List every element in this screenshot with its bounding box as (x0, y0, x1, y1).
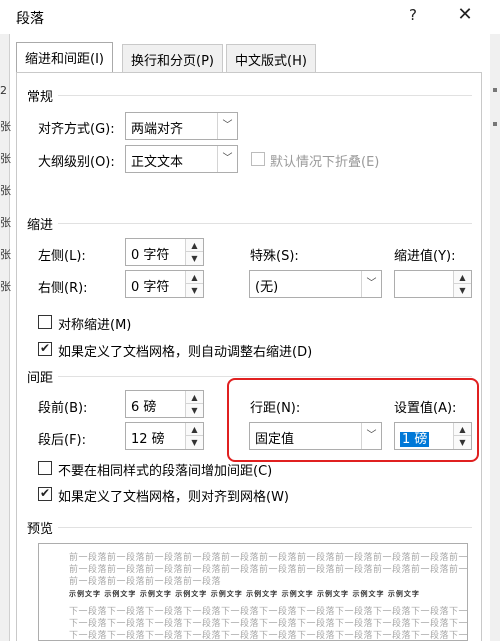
spinner-down-icon[interactable]: ▼ (185, 284, 203, 297)
indent-by-spinner[interactable]: ▲ ▼ (394, 270, 472, 298)
special-indent-select[interactable]: (无) ﹀ (249, 270, 382, 298)
tab-indents-spacing[interactable]: 缩进和间距(I) (16, 42, 113, 73)
section-spacing-title: 间距 (27, 371, 54, 386)
spinner-down-icon[interactable]: ▼ (185, 436, 203, 449)
mirror-indents-label: 对称缩进(M) (58, 318, 132, 333)
spacing-after-value: 12 磅 (131, 432, 165, 447)
spinner-up-icon[interactable]: ▲ (185, 239, 203, 252)
section-indent-title: 缩进 (27, 218, 54, 233)
background-char: 张 (0, 280, 11, 293)
chevron-down-icon: ﹀ (361, 271, 381, 297)
preview-sample-text: 示例文字 示例文字 示例文字 示例文字 示例文字 示例文字 示例文字 示例文字 … (69, 590, 420, 598)
spinner-up-icon[interactable]: ▲ (185, 271, 203, 284)
spacing-before-value: 6 磅 (131, 400, 157, 415)
chevron-down-icon: ﹀ (217, 146, 237, 172)
background-document-strip: 2 张 张 张 张 张 张 (0, 34, 11, 641)
auto-right-indent-checkbox[interactable] (38, 341, 52, 356)
spinner-up-icon[interactable]: ▲ (185, 423, 203, 436)
tab-line-page-breaks[interactable]: 换行和分页(P) (122, 44, 223, 72)
no-space-same-style-label: 不要在相同样式的段落间增加间距(C) (58, 464, 273, 479)
spinner-down-icon[interactable]: ▼ (185, 252, 203, 265)
preview-pane: 前一段落前一段落前一段落前一段落前一段落前一段落前一段落前一段落前一段落前一段落… (38, 543, 468, 641)
special-indent-value: (无) (255, 280, 279, 295)
spinner-up-icon[interactable]: ▲ (185, 391, 203, 404)
background-char: 张 (0, 184, 11, 197)
background-document-strip-right (490, 34, 500, 641)
alignment-value: 两端对齐 (131, 122, 184, 137)
title-bar: 段落 ? ✕ (0, 0, 500, 34)
chevron-down-icon: ﹀ (217, 113, 237, 139)
spinner-up-icon[interactable]: ▲ (453, 271, 471, 284)
divider (58, 376, 472, 377)
section-general-title: 常规 (27, 90, 54, 105)
highlight-annotation-box (227, 378, 479, 462)
background-char: 张 (0, 216, 11, 229)
divider (58, 223, 472, 224)
spinner-down-icon[interactable]: ▼ (185, 404, 203, 417)
snap-to-grid-checkbox[interactable] (38, 486, 52, 501)
indent-left-label: 左侧(L): (38, 249, 86, 264)
outline-level-select[interactable]: 正文文本 ﹀ (125, 145, 238, 173)
indent-right-label: 右侧(R): (38, 281, 88, 296)
preview-next-paragraph: 下一段落下一段落下一段落下一段落下一段落下一段落下一段落下一段落下一段落下一段落… (69, 631, 468, 641)
background-char: 张 (0, 248, 11, 261)
background-char: 张 (0, 120, 11, 133)
spacing-after-label: 段后(F): (38, 433, 87, 448)
close-button[interactable]: ✕ (452, 4, 478, 30)
background-char: 2 (0, 84, 7, 97)
spacing-before-spinner[interactable]: 6 磅 ▲ ▼ (125, 390, 204, 418)
spinner-down-icon[interactable]: ▼ (453, 284, 471, 297)
spacing-before-label: 段前(B): (38, 401, 88, 416)
no-space-same-style-checkbox[interactable] (38, 461, 52, 475)
indent-right-spinner[interactable]: 0 字符 ▲ ▼ (125, 270, 204, 298)
outline-level-value: 正文文本 (131, 155, 184, 170)
preview-previous-paragraph: 前一段落前一段落前一段落前一段落 (69, 577, 222, 587)
indent-right-value: 0 字符 (131, 280, 170, 295)
special-indent-label: 特殊(S): (250, 249, 299, 264)
section-preview-title: 预览 (27, 522, 54, 537)
indent-left-value: 0 字符 (131, 248, 170, 263)
mirror-indents-checkbox[interactable] (38, 315, 52, 329)
window-title: 段落 (16, 11, 44, 27)
spacing-after-spinner[interactable]: 12 磅 ▲ ▼ (125, 422, 204, 450)
collapse-default-checkbox[interactable] (251, 152, 265, 166)
collapse-default-label: 默认情况下折叠(E) (270, 155, 380, 170)
snap-to-grid-label: 如果定义了文档网格，则对齐到网格(W) (58, 490, 289, 505)
alignment-select[interactable]: 两端对齐 ﹀ (125, 112, 238, 140)
divider (58, 527, 472, 528)
outline-level-label: 大纲级别(O): (38, 155, 115, 170)
tab-asian-typography[interactable]: 中文版式(H) (226, 44, 316, 72)
indent-by-label: 缩进值(Y): (394, 249, 456, 264)
divider (58, 95, 472, 96)
alignment-label: 对齐方式(G): (38, 122, 115, 137)
indent-left-spinner[interactable]: 0 字符 ▲ ▼ (125, 238, 204, 266)
background-char: 张 (0, 152, 11, 165)
help-button[interactable]: ? (400, 6, 426, 28)
auto-right-indent-label: 如果定义了文档网格，则自动调整右缩进(D) (58, 345, 313, 360)
